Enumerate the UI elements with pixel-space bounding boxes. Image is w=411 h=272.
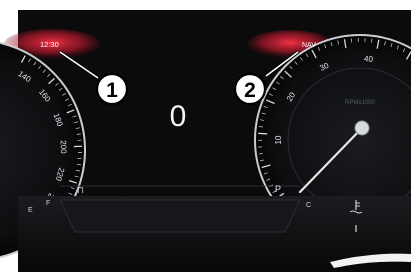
tachometer-tick: [258, 132, 268, 135]
fuel-full-label: F: [46, 200, 50, 207]
clock-time: 12:30: [40, 40, 59, 49]
tachometer-unit: RPMx1000: [345, 100, 375, 106]
tachometer-tick-label: 40: [364, 54, 374, 64]
tachometer-hub: [354, 120, 370, 136]
digital-speed: 0: [170, 100, 187, 133]
tachometer-tick-label: 10: [274, 135, 283, 144]
callout-2-number: 2: [244, 79, 256, 102]
door-open-icon: ⊓: [77, 185, 84, 195]
cluster-display: 140160180200220240260 10203040 RPMx1000 …: [0, 10, 411, 272]
speedometer-tick-label: 200: [59, 140, 68, 154]
instrument-cluster: 140160180200220240260 10203040 RPMx1000 …: [0, 0, 411, 272]
info-panel: [59, 199, 301, 233]
temp-cold-label: C: [306, 202, 311, 209]
gear-indicator: P: [275, 184, 281, 194]
mode-label: NAV: [302, 42, 316, 49]
callout-1-number: 1: [106, 79, 118, 102]
fuel-empty-label: E: [28, 207, 33, 214]
